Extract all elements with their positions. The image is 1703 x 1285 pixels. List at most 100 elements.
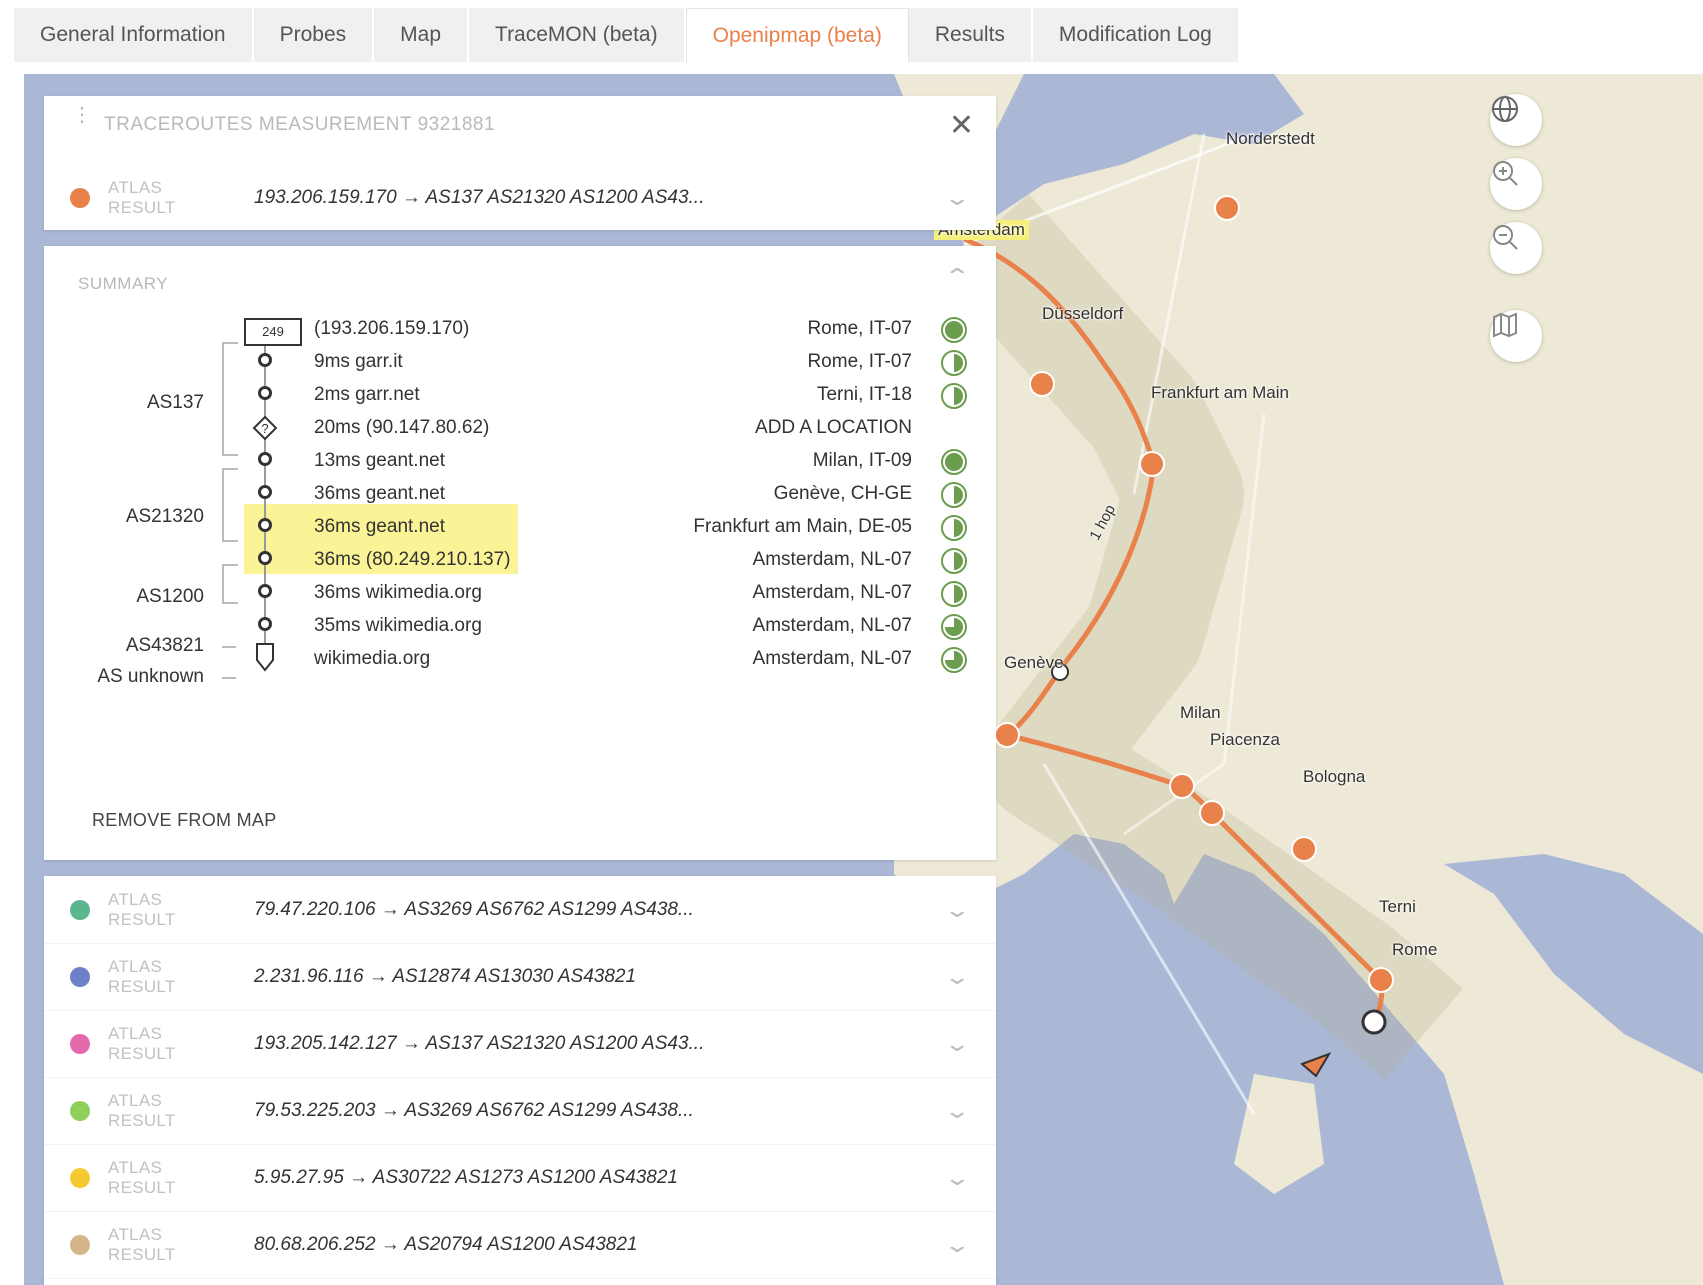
hop-row[interactable]: 36ms (80.249.210.137) Amsterdam, NL-07 [44, 543, 996, 578]
hop-marker-icon [258, 353, 272, 367]
tab-results[interactable]: Results [908, 8, 1033, 62]
hop-location: Amsterdam, NL-07 [752, 549, 912, 570]
city-label-rome[interactable]: Rome [1392, 940, 1437, 960]
result-source-label: ATLAS RESULT [108, 1023, 176, 1063]
geo-confidence-icon [941, 647, 967, 673]
hop-location: Amsterdam, NL-07 [752, 582, 912, 603]
result-route: 79.53.225.203 → AS3269 AS6762 AS1299 AS4… [254, 1099, 694, 1121]
map-layers-icon[interactable] [1490, 310, 1542, 362]
result-source-label: ATLAS RESULT [108, 1224, 176, 1264]
chevron-down-icon[interactable]: ⌄ [943, 1098, 971, 1124]
zoom-in-icon[interactable] [1490, 158, 1542, 210]
hop-marker-icon [258, 386, 272, 400]
drag-handle-icon[interactable]: ⋮ [72, 105, 92, 125]
hop-text: (193.206.159.170) [314, 318, 470, 339]
city-label-norderstedt[interactable]: Norderstedt [1226, 129, 1315, 149]
selected-result-row[interactable]: ATLAS RESULT 193.206.159.170 → AS137 AS2… [44, 166, 996, 230]
city-node-piacenza[interactable] [1199, 800, 1225, 826]
tab-map[interactable]: Map [374, 8, 470, 62]
result-source-label: ATLAS RESULT [108, 956, 176, 996]
city-node-bologna[interactable] [1291, 836, 1317, 862]
tab-general-information[interactable]: General Information [14, 8, 254, 62]
hop-row[interactable]: (193.206.159.170) Rome, IT-07 [44, 312, 996, 347]
hop-row[interactable]: 35ms wikimedia.org Amsterdam, NL-07 [44, 609, 996, 644]
city-node-dusseldorf[interactable] [1029, 371, 1055, 397]
hop-text: 36ms geant.net [314, 516, 445, 537]
remove-from-map-button[interactable]: REMOVE FROM MAP [92, 810, 277, 831]
result-row[interactable]: ATLAS RESULT 79.53.225.203 → AS3269 AS67… [44, 1077, 996, 1145]
chevron-down-icon[interactable]: ⌄ [943, 964, 971, 990]
globe-icon[interactable] [1490, 94, 1542, 146]
result-row[interactable]: ATLAS RESULT 79.47.220.106 → AS3269 AS67… [44, 876, 996, 944]
unknown-hop-icon: ? [252, 415, 278, 441]
result-row[interactable]: ATLAS RESULT 2.231.96.116 → AS12874 AS13… [44, 943, 996, 1011]
city-label-milan[interactable]: Milan [1180, 703, 1221, 723]
result-row[interactable]: ATLAS RESULT 5.95.27.95 → AS30722 AS1273… [44, 1144, 996, 1212]
chevron-down-icon[interactable]: ⌄ [943, 1232, 971, 1258]
result-color-dot [70, 899, 90, 920]
city-node-terni[interactable] [1368, 967, 1394, 993]
result-route: 193.205.142.127 → AS137 AS21320 AS1200 A… [254, 1032, 705, 1054]
hop-row[interactable]: 2ms garr.net Terni, IT-18 [44, 378, 996, 413]
svg-text:?: ? [261, 421, 268, 436]
hop-text: 36ms geant.net [314, 483, 445, 504]
hop-text: 2ms garr.net [314, 384, 420, 405]
chevron-down-icon[interactable]: ⌄ [943, 1031, 971, 1057]
result-route: 193.206.159.170 → AS137 AS21320 AS1200 A… [254, 187, 705, 208]
city-node-geneve[interactable] [994, 722, 1020, 748]
hop-row[interactable]: 9ms garr.it Rome, IT-07 [44, 345, 996, 380]
zoom-out-icon[interactable] [1490, 222, 1542, 274]
city-label-dusseldorf[interactable]: Düsseldorf [1042, 304, 1123, 324]
geo-confidence-icon [941, 581, 967, 607]
as-bracket [222, 677, 236, 679]
tab-probes[interactable]: Probes [253, 8, 375, 62]
geo-confidence-icon [941, 614, 967, 640]
chevron-down-icon[interactable]: ⌄ [943, 185, 971, 211]
hop-row[interactable]: ? 20ms (90.147.80.62) ADD A LOCATION [44, 411, 996, 446]
result-color-dot [70, 1234, 90, 1255]
tab-modification-log[interactable]: Modification Log [1032, 8, 1240, 62]
result-row[interactable]: ATLAS RESULT 80.68.206.252 → AS20794 AS1… [44, 1211, 996, 1279]
city-node-milan[interactable] [1169, 773, 1195, 799]
result-color-dot [70, 1033, 90, 1054]
island-corsica-sardinia [1234, 1074, 1324, 1194]
tab-tracemon[interactable]: TraceMON (beta) [469, 8, 686, 62]
hop-row[interactable]: wikimedia.org Amsterdam, NL-07 [44, 642, 996, 677]
result-color-dot [70, 1167, 90, 1188]
summary-panel: SUMMARY ⌃ AS137 AS21320 AS1200 AS43821 A… [44, 246, 996, 860]
hop-marker-icon [258, 551, 272, 565]
result-color-dot [70, 1100, 90, 1121]
hop-row[interactable]: 36ms wikimedia.org Amsterdam, NL-07 [44, 576, 996, 611]
hop-row[interactable]: 13ms geant.net Milan, IT-09 [44, 444, 996, 479]
chevron-down-icon[interactable]: ⌄ [943, 1165, 971, 1191]
hop-text: 36ms (80.249.210.137) [314, 549, 511, 570]
hop-row[interactable]: 36ms geant.net Genève, CH-GE [44, 477, 996, 512]
add-location-link[interactable]: ADD A LOCATION [755, 417, 912, 439]
hop-row[interactable]: 36ms geant.net Frankfurt am Main, DE-05 [44, 510, 996, 545]
results-list: ATLAS RESULT 79.47.220.106 → AS3269 AS67… [44, 876, 996, 1285]
hop-marker-icon [258, 452, 272, 466]
hop-location: Genève, CH-GE [773, 483, 912, 504]
result-source-label: ATLAS RESULT [108, 1090, 176, 1130]
city-label-frankfurt[interactable]: Frankfurt am Main [1151, 383, 1289, 403]
geo-confidence-icon [941, 449, 967, 475]
result-route: 2.231.96.116 → AS12874 AS13030 AS43821 [254, 965, 637, 987]
city-label-piacenza[interactable]: Piacenza [1210, 730, 1280, 750]
geo-confidence-icon [941, 548, 967, 574]
result-row[interactable]: ATLAS RESULT 193.205.142.127 → AS137 AS2… [44, 1010, 996, 1078]
city-label-bologna[interactable]: Bologna [1303, 767, 1365, 787]
result-source-label: ATLAS RESULT [108, 889, 176, 929]
geo-confidence-icon [941, 317, 967, 343]
chevron-up-icon[interactable]: ⌃ [943, 264, 971, 290]
city-node-rome[interactable] [1361, 1009, 1387, 1035]
chevron-down-icon[interactable]: ⌄ [943, 897, 971, 923]
city-node-frankfurt[interactable] [1139, 451, 1165, 477]
city-label-geneve[interactable]: Genève [1004, 653, 1064, 673]
geo-confidence-icon [941, 482, 967, 508]
close-icon[interactable]: ✕ [949, 108, 974, 143]
tab-openipmap[interactable]: Openipmap (beta) [685, 8, 909, 62]
hop-text: 13ms geant.net [314, 450, 445, 471]
city-node-norderstedt[interactable] [1214, 195, 1240, 221]
geo-confidence-icon [941, 350, 967, 376]
city-label-terni[interactable]: Terni [1379, 897, 1416, 917]
